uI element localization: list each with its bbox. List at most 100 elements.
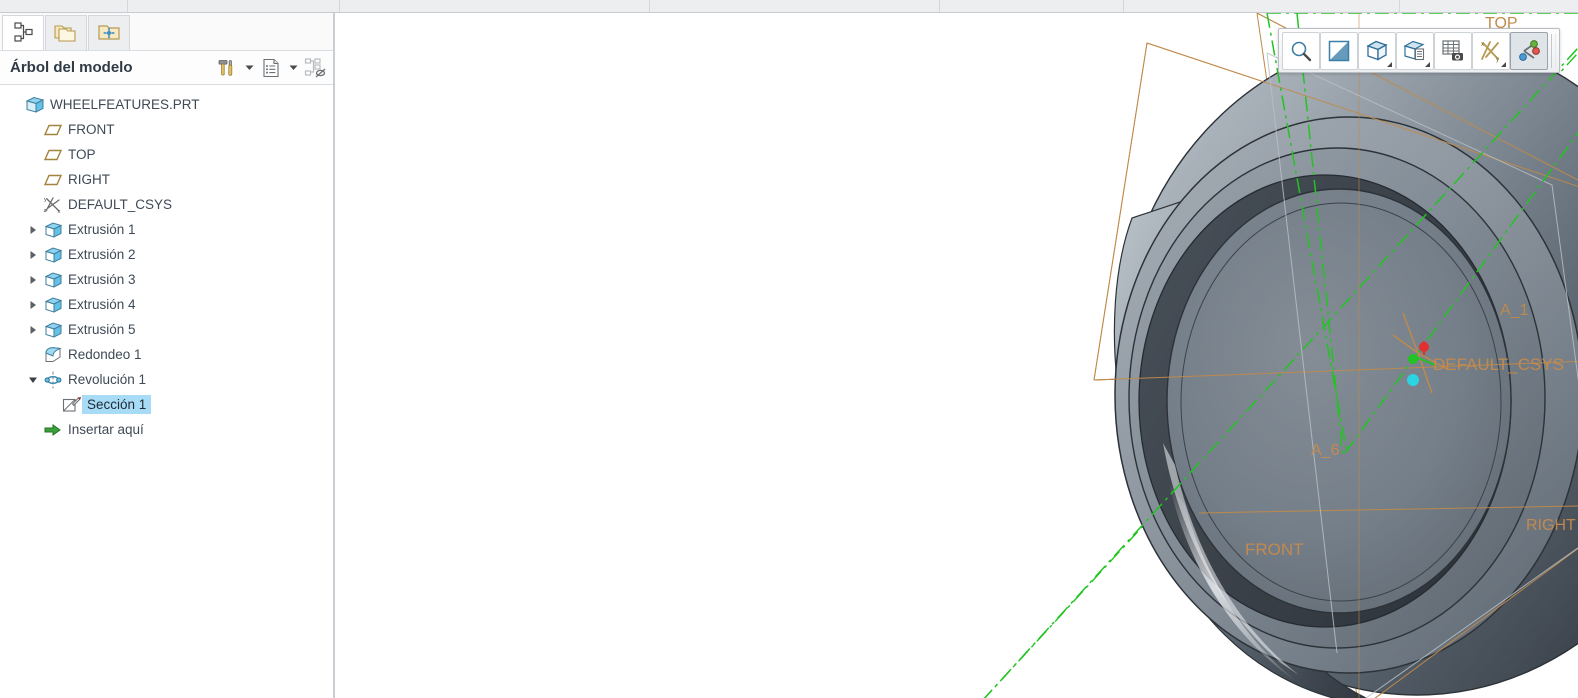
tree-twisty-empty — [42, 392, 60, 417]
extrude-icon — [42, 267, 64, 292]
tree-item-label: Sección 1 — [82, 395, 152, 414]
svg-text:x: x — [1481, 42, 1484, 48]
tree-twisty-empty — [24, 117, 42, 142]
datum-display-button[interactable]: x y — [1472, 31, 1510, 70]
tree-header-tools — [215, 55, 327, 81]
csys-label: DEFAULT_CSYS — [1433, 355, 1565, 374]
tree-row[interactable]: WHEELFEATURES.PRT — [0, 92, 333, 117]
tree-twisty-empty — [24, 167, 42, 192]
ribbon-group-5 — [940, 0, 1124, 12]
node-graph-icon — [1519, 39, 1540, 61]
coordinate-system-icon: y x z — [42, 192, 64, 217]
axis-label-a1: A_1 — [1500, 302, 1529, 319]
tree-item-label: Extrusión 2 — [68, 247, 136, 262]
chevron-down-icon[interactable] — [1420, 61, 1430, 67]
chevron-down-icon[interactable] — [1496, 61, 1506, 67]
display-style-button[interactable] — [1320, 31, 1358, 70]
wheel-solid — [983, 13, 1578, 698]
tree-item-label: Redondeo 1 — [68, 347, 142, 362]
model-tree-list[interactable]: WHEELFEATURES.PRT FRONT TOP RIGHT y x z DEFAULT… — [0, 85, 333, 698]
display-list-caret[interactable] — [286, 55, 300, 81]
tree-row[interactable]: FRONT — [0, 117, 333, 142]
extrude-icon — [42, 317, 64, 342]
tree-row[interactable]: Extrusión 4 — [0, 292, 333, 317]
tree-twisty-collapsed-icon[interactable] — [24, 267, 42, 292]
svg-text:x: x — [58, 209, 61, 215]
toolbar-drag-grip[interactable] — [1551, 33, 1556, 68]
revolve-icon — [42, 367, 64, 392]
magnifier-icon — [1291, 41, 1312, 61]
ribbon-group-2 — [128, 0, 340, 12]
tree-row[interactable]: Redondeo 1 — [0, 342, 333, 367]
tree-structure-icon — [11, 20, 35, 47]
view-orientation-button[interactable] — [1358, 31, 1396, 70]
tree-twisty-collapsed-icon[interactable] — [24, 317, 42, 342]
ribbon-group-7 — [1400, 0, 1578, 12]
panel-title: Árbol del modelo — [10, 59, 133, 76]
view-manager-button[interactable] — [1434, 31, 1472, 70]
graphics-viewport[interactable]: TOP A_1 DEFAULT_CSYS A_6 RIGHT FRONT x y — [337, 13, 1578, 698]
table-camera-icon — [1442, 39, 1463, 60]
datum-plane-icon — [42, 142, 64, 167]
tree-row[interactable]: Extrusión 5 — [0, 317, 333, 342]
tree-row[interactable]: Sección 1 — [0, 392, 333, 417]
tree-item-label: WHEELFEATURES.PRT — [50, 97, 200, 112]
annotation-display-button[interactable] — [1510, 31, 1548, 70]
model-tree-panel: Árbol del modelo WHEELFEATURES.PRT FRONT… — [0, 13, 335, 698]
tree-twisty-empty — [24, 417, 42, 442]
tree-item-label: Revolución 1 — [68, 372, 147, 387]
display-list-button[interactable] — [259, 55, 283, 81]
sketch-section-icon — [60, 392, 82, 417]
tree-twisty-empty — [24, 192, 42, 217]
tree-twisty-empty — [6, 92, 24, 117]
ribbon-group-6 — [1124, 0, 1400, 12]
tree-filter-button[interactable] — [303, 55, 327, 81]
tree-item-label: Extrusión 3 — [68, 272, 136, 287]
cube-icon — [1366, 40, 1388, 61]
round-fillet-icon — [42, 342, 64, 367]
favorites-folder-tab[interactable] — [88, 15, 130, 50]
part-cube-icon — [24, 92, 46, 117]
shaded-cube-panel-icon — [1403, 40, 1425, 60]
shaded-square-icon — [1328, 40, 1350, 61]
tree-item-label: FRONT — [68, 122, 115, 137]
tree-twisty-empty — [24, 342, 42, 367]
tree-item-label: Extrusión 1 — [68, 222, 136, 237]
settings-tools-button[interactable] — [215, 55, 239, 81]
panel-tab-bar — [0, 13, 333, 51]
tree-row[interactable]: Extrusión 1 — [0, 217, 333, 242]
tree-row[interactable]: Revolución 1 — [0, 367, 333, 392]
tree-twisty-collapsed-icon[interactable] — [24, 242, 42, 267]
settings-tools-caret[interactable] — [242, 55, 256, 81]
datum-plane-icon — [42, 117, 64, 142]
chevron-down-icon[interactable] — [1382, 61, 1392, 67]
ribbon-group-1 — [0, 0, 128, 12]
extrude-icon — [42, 292, 64, 317]
tree-row[interactable]: Insertar aquí — [0, 417, 333, 442]
folder-browser-tab[interactable] — [45, 15, 87, 50]
model-tree-tab[interactable] — [2, 15, 44, 50]
extrude-icon — [42, 242, 64, 267]
tree-row[interactable]: Extrusión 2 — [0, 242, 333, 267]
insert-here-arrow-icon — [42, 417, 64, 442]
tree-row[interactable]: TOP — [0, 142, 333, 167]
model-tree-header: Árbol del modelo — [0, 51, 333, 85]
datum-label-right: RIGHT — [1526, 517, 1576, 534]
tree-row[interactable]: y x z DEFAULT_CSYS — [0, 192, 333, 217]
view-toolbar[interactable]: x y — [1278, 28, 1560, 73]
tree-row[interactable]: RIGHT — [0, 167, 333, 192]
zoom-tool-button[interactable] — [1282, 31, 1320, 70]
appearance-button[interactable] — [1396, 31, 1434, 70]
datum-label-front: FRONT — [1245, 540, 1304, 559]
tree-twisty-expanded-icon[interactable] — [24, 367, 42, 392]
datum-plane-icon — [42, 167, 64, 192]
tree-item-label: RIGHT — [68, 172, 110, 187]
folder-star-icon — [96, 20, 122, 47]
ribbon-group-4 — [650, 0, 940, 12]
extrude-icon — [42, 217, 64, 242]
svg-text:z: z — [44, 208, 47, 214]
tree-row[interactable]: Extrusión 3 — [0, 267, 333, 292]
tree-item-label: Extrusión 4 — [68, 297, 136, 312]
tree-twisty-collapsed-icon[interactable] — [24, 292, 42, 317]
tree-twisty-collapsed-icon[interactable] — [24, 217, 42, 242]
